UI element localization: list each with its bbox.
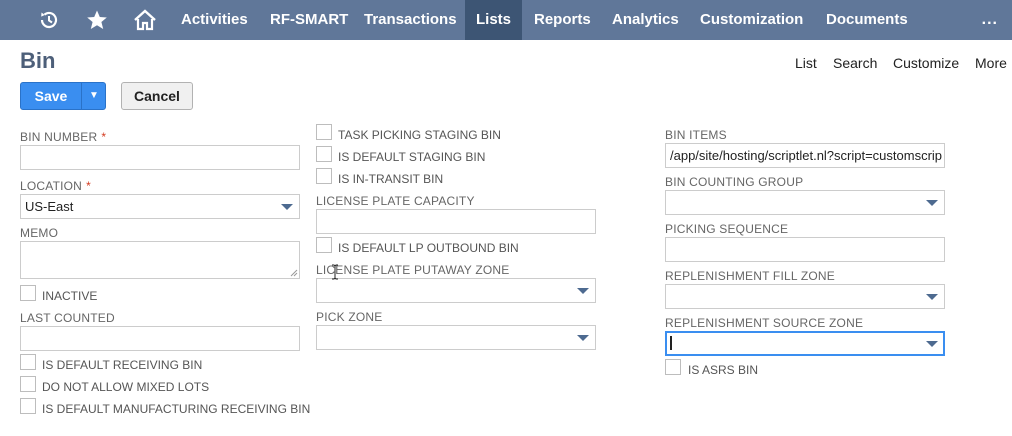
pick-zone-select[interactable] <box>316 325 596 350</box>
save-button[interactable]: Save <box>21 83 81 109</box>
chevron-down-icon <box>926 294 938 300</box>
do-not-allow-mixed-lots-label: DO NOT ALLOW MIXED LOTS <box>42 380 210 394</box>
save-options-dropdown-icon[interactable]: ▼ <box>82 83 106 109</box>
bin-counting-group-select[interactable] <box>665 190 945 215</box>
header-link-list[interactable]: List <box>795 55 817 71</box>
nav-item-transactions[interactable]: Transactions <box>364 0 457 40</box>
replenishment-fill-zone-select[interactable] <box>665 284 945 309</box>
nav-item-reports[interactable]: Reports <box>534 0 591 40</box>
is-default-lp-outbound-bin-label: IS DEFAULT LP OUTBOUND BIN <box>338 241 519 255</box>
text-insertion-cursor <box>670 336 672 350</box>
last-counted-label: LAST COUNTED <box>20 311 115 325</box>
save-button-group: Save ▼ <box>20 82 106 110</box>
bin-items-label: BIN ITEMS <box>665 128 727 142</box>
chevron-down-icon <box>577 335 589 341</box>
bin-counting-group-label: BIN COUNTING GROUP <box>665 175 804 189</box>
bin-number-label: BIN NUMBER * <box>20 130 107 144</box>
picking-sequence-label: PICKING SEQUENCE <box>665 222 789 236</box>
header-link-more[interactable]: More <box>975 55 1007 71</box>
is-default-manufacturing-receiving-bin-label: IS DEFAULT MANUFACTURING RECEIVING BIN <box>42 402 311 416</box>
replenishment-source-zone-label: REPLENISHMENT SOURCE ZONE <box>665 316 864 330</box>
inactive-checkbox[interactable] <box>20 285 36 301</box>
recent-history-icon[interactable] <box>34 0 64 40</box>
picking-sequence-input[interactable] <box>665 237 945 262</box>
location-value: US-East <box>25 199 74 214</box>
license-plate-capacity-input[interactable] <box>316 209 596 234</box>
inactive-label: INACTIVE <box>42 289 98 303</box>
is-default-receiving-bin-label: IS DEFAULT RECEIVING BIN <box>42 358 203 372</box>
header-link-search[interactable]: Search <box>833 55 877 71</box>
is-in-transit-bin-checkbox[interactable] <box>316 168 332 184</box>
top-navigation-bar: Activities RF-SMART Transactions Lists R… <box>0 0 1012 40</box>
star-icon[interactable] <box>84 0 110 40</box>
memo-textarea[interactable] <box>20 241 300 279</box>
memo-label: MEMO <box>20 226 59 240</box>
is-default-staging-bin-checkbox[interactable] <box>316 146 332 162</box>
required-mark: * <box>86 179 91 193</box>
nav-item-customization[interactable]: Customization <box>700 0 803 40</box>
home-icon[interactable] <box>130 0 160 40</box>
is-default-lp-outbound-bin-checkbox[interactable] <box>316 237 332 253</box>
chevron-down-icon <box>281 204 293 210</box>
task-picking-staging-bin-label: TASK PICKING STAGING BIN <box>338 128 501 142</box>
required-mark: * <box>101 130 107 144</box>
bin-number-input[interactable] <box>20 145 300 170</box>
license-plate-putaway-zone-label: LICENSE PLATE PUTAWAY ZONE <box>316 263 510 277</box>
chevron-down-icon <box>577 288 589 294</box>
cancel-button[interactable]: Cancel <box>121 82 193 110</box>
is-default-manufacturing-receiving-bin-checkbox[interactable] <box>20 398 36 414</box>
replenishment-fill-zone-label: REPLENISHMENT FILL ZONE <box>665 269 835 283</box>
pick-zone-label: PICK ZONE <box>316 310 383 324</box>
nav-item-activities[interactable]: Activities <box>181 0 248 40</box>
resize-handle-icon[interactable] <box>290 269 298 277</box>
is-default-receiving-bin-checkbox[interactable] <box>20 354 36 370</box>
is-asrs-bin-label: IS ASRS BIN <box>688 363 759 377</box>
replenishment-source-zone-select[interactable] <box>665 331 945 356</box>
bin-items-input[interactable]: /app/site/hosting/scriptlet.nl?script=cu… <box>665 143 945 168</box>
page-title: Bin <box>20 48 56 73</box>
header-link-customize[interactable]: Customize <box>893 55 959 71</box>
chevron-down-icon <box>926 341 938 347</box>
mouse-ibeam-cursor-icon <box>332 264 338 280</box>
is-in-transit-bin-label: IS IN-TRANSIT BIN <box>338 172 444 186</box>
last-counted-input[interactable] <box>20 326 300 351</box>
chevron-down-icon <box>926 200 938 206</box>
task-picking-staging-bin-checkbox[interactable] <box>316 124 332 140</box>
location-select[interactable]: US-East <box>20 194 300 219</box>
license-plate-capacity-label: LICENSE PLATE CAPACITY <box>316 194 475 208</box>
nav-item-documents[interactable]: Documents <box>826 0 908 40</box>
nav-item-lists[interactable]: Lists <box>465 0 522 40</box>
location-label: LOCATION * <box>20 179 91 193</box>
license-plate-putaway-zone-select[interactable] <box>316 278 596 303</box>
do-not-allow-mixed-lots-checkbox[interactable] <box>20 376 36 392</box>
is-default-staging-bin-label: IS DEFAULT STAGING BIN <box>338 150 486 164</box>
nav-item-analytics[interactable]: Analytics <box>612 0 679 40</box>
is-asrs-bin-checkbox[interactable] <box>665 359 681 375</box>
nav-item-rf-smart[interactable]: RF-SMART <box>270 0 348 40</box>
nav-more-button[interactable]: ... <box>982 0 998 40</box>
